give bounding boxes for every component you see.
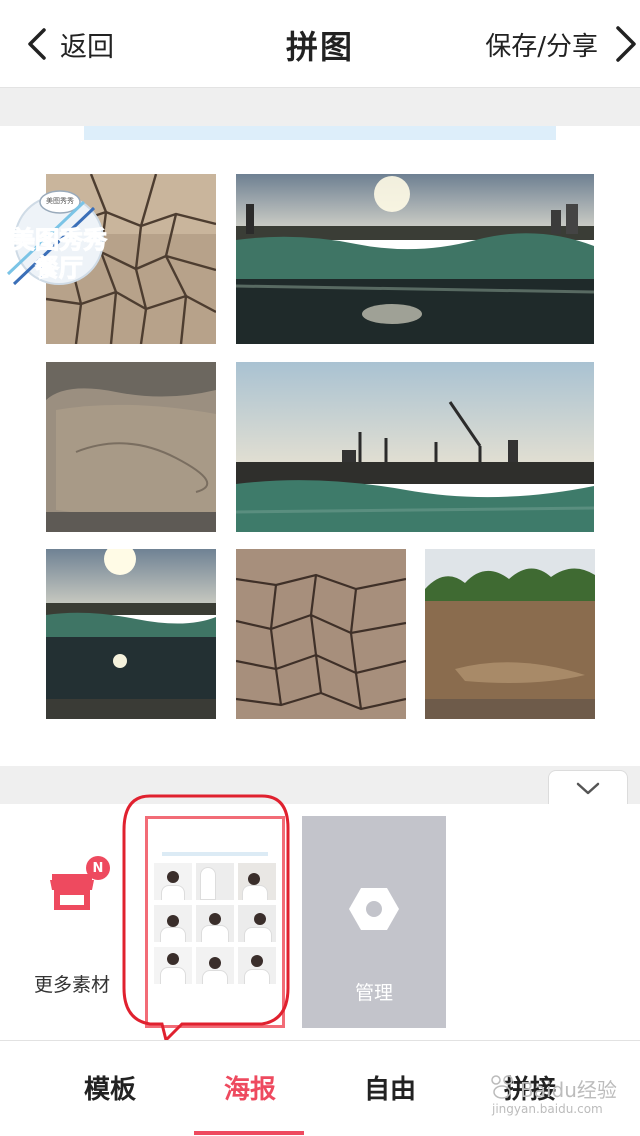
photo-water-sunset[interactable] [46, 549, 216, 719]
collapse-panel-button[interactable] [548, 770, 628, 806]
sticker-text: 美图秀秀餐厅 [11, 226, 108, 283]
watermark-url: jingyan.baidu.com [492, 1102, 603, 1116]
tab-poster[interactable]: 海报 [190, 1069, 310, 1106]
photo-construction-cranes[interactable] [236, 362, 594, 532]
template-photo-thumb [196, 905, 234, 942]
template-header-bar [162, 852, 268, 856]
template-photo-thumb [154, 905, 192, 942]
template-photo-thumb [154, 863, 192, 900]
template-panel: N 更多素材 管理 [0, 804, 640, 1040]
photo-construction-sunset-1-image [236, 174, 594, 344]
canvas-top-strip [0, 88, 640, 126]
poster-template-thumbnail[interactable] [145, 816, 285, 1028]
photo-water-sunset-image [46, 549, 216, 719]
photo-river-trees-image [425, 549, 595, 719]
panel-top-strip [0, 766, 640, 804]
template-photo-thumb [154, 947, 192, 984]
new-badge: N [86, 856, 110, 880]
template-photo-thumb [196, 863, 234, 900]
baidu-paw-icon [491, 1075, 513, 1099]
photo-cracked-earth-2-image [236, 549, 406, 719]
template-photo-thumb [238, 947, 276, 984]
chevron-down-icon [576, 782, 600, 794]
photo-mud-puddle[interactable] [46, 362, 216, 532]
store-icon: N [48, 856, 110, 914]
baidu-watermark: Baidu经验 jingyan.baidu.com [478, 1060, 628, 1120]
watermark-title: Baidu经验 [520, 1078, 617, 1102]
photo-river-trees[interactable] [425, 549, 595, 719]
sticker-meitu-restaurant[interactable]: 美图秀秀餐厅 美图秀秀 [4, 188, 114, 288]
chevron-right-icon [616, 26, 636, 62]
save-share-button[interactable]: 保存/分享 [485, 18, 640, 70]
screen: 返回 拼图 保存/分享 美图秀秀餐厅 美图秀秀 N 更多素材 管理 模板 海报 … [0, 0, 640, 1136]
template-photo-thumb [238, 905, 276, 942]
manage-label: 管理 [354, 982, 393, 1004]
photo-cracked-earth-2[interactable] [236, 549, 406, 719]
photo-mud-puddle-image [46, 362, 216, 532]
tab-free[interactable]: 自由 [330, 1069, 450, 1106]
more-materials-button[interactable]: N 更多素材 [22, 856, 122, 997]
sticker-badge-text: 美图秀秀 [46, 197, 74, 205]
hexagon-nut-icon [349, 888, 399, 930]
top-nav-bar: 返回 拼图 保存/分享 [0, 0, 640, 88]
more-materials-label: 更多素材 [33, 974, 110, 996]
template-photo-thumb [238, 863, 276, 900]
poster-canvas[interactable]: 美图秀秀餐厅 美图秀秀 [0, 126, 640, 766]
poster-header-bar [84, 126, 556, 140]
active-tab-indicator [194, 1131, 304, 1135]
photo-construction-cranes-image [236, 362, 594, 532]
photo-construction-sunset-1[interactable] [236, 174, 594, 344]
tab-template[interactable]: 模板 [50, 1069, 170, 1106]
manage-button[interactable]: 管理 [302, 816, 446, 1028]
template-photo-thumb [196, 947, 234, 984]
save-share-label: 保存/分享 [485, 31, 598, 62]
